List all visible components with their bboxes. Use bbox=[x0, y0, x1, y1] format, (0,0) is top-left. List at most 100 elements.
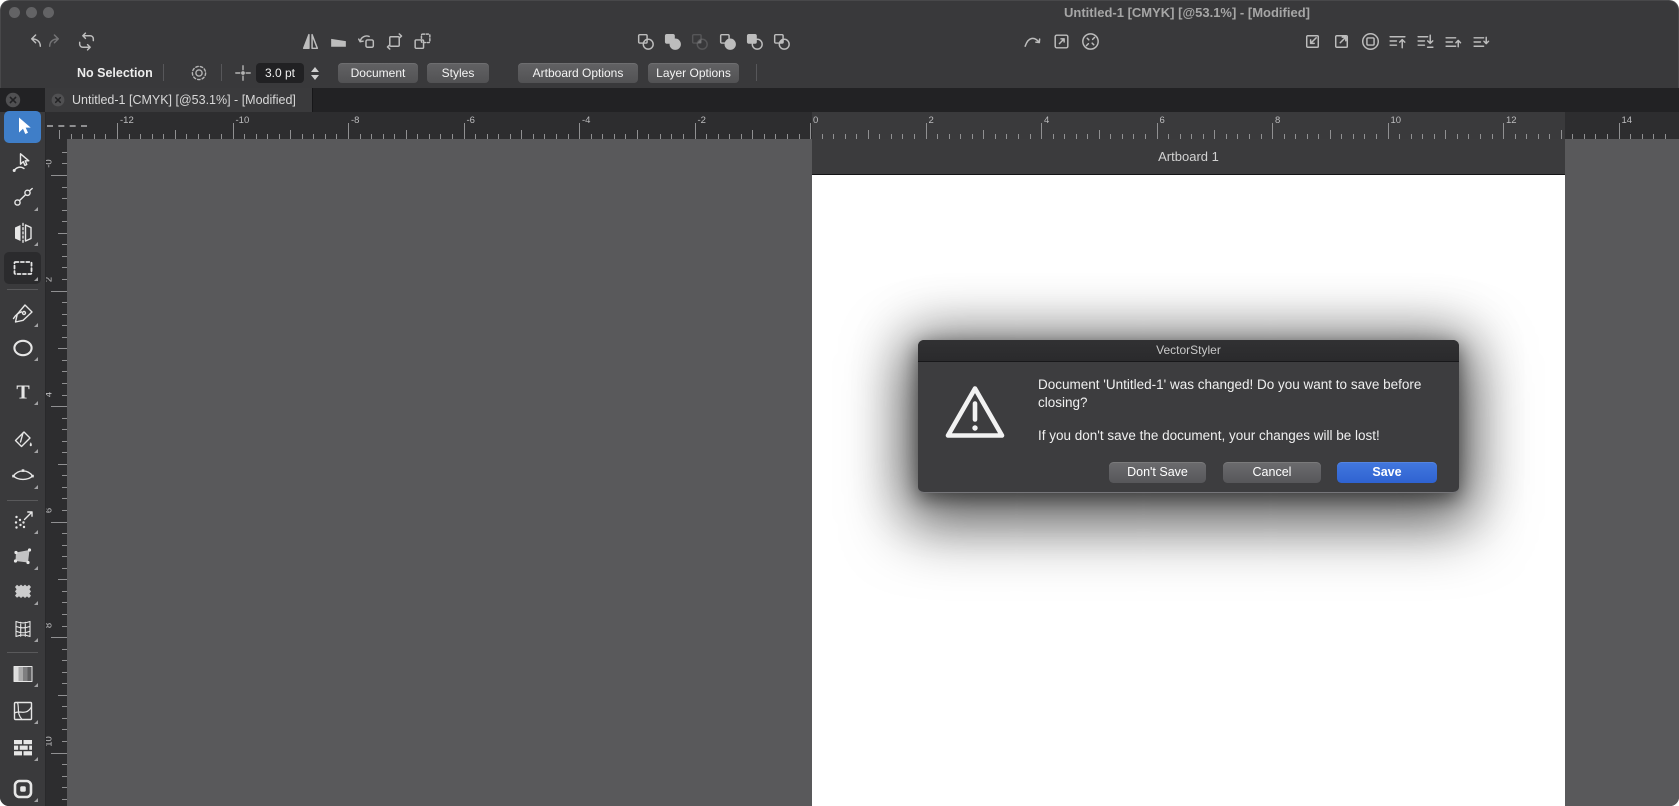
selection-status: No Selection bbox=[77, 58, 153, 88]
ruler-tick bbox=[58, 579, 67, 580]
ruler-label: 6 bbox=[1160, 115, 1165, 126]
vertical-ruler[interactable]: -0246810 bbox=[45, 139, 67, 806]
document-panel-button[interactable]: Document bbox=[338, 63, 418, 83]
stroke-target-icon[interactable] bbox=[233, 63, 253, 83]
direct-select-tool[interactable] bbox=[4, 147, 41, 179]
rotate-frame-icon[interactable] bbox=[384, 31, 405, 52]
dialog-message: Document 'Untitled-1' was changed! Do yo… bbox=[1038, 376, 1436, 411]
scatter-tool[interactable] bbox=[4, 505, 41, 537]
close-all-tabs-icon[interactable] bbox=[4, 91, 22, 109]
ruler-tick bbox=[752, 130, 753, 139]
gear-icon[interactable] bbox=[189, 63, 209, 83]
symbol-tool[interactable] bbox=[4, 773, 41, 805]
pen-tool[interactable] bbox=[4, 298, 41, 330]
ruler-label: -10 bbox=[236, 115, 250, 126]
divide-icon[interactable] bbox=[771, 31, 792, 52]
width-tool[interactable] bbox=[4, 460, 41, 492]
ellipse-tool[interactable] bbox=[4, 332, 41, 364]
layer-options-button[interactable]: Layer Options bbox=[648, 63, 739, 83]
roughen-tool[interactable] bbox=[4, 576, 41, 608]
pattern-tool[interactable] bbox=[4, 732, 41, 764]
ruler-tick bbox=[1561, 130, 1562, 139]
flip-horizontal-icon[interactable] bbox=[300, 31, 321, 52]
tool-palette: T bbox=[0, 112, 46, 806]
ruler-tick bbox=[1041, 123, 1042, 139]
simplify-curve-icon[interactable] bbox=[1022, 31, 1043, 52]
close-tab-icon[interactable] bbox=[50, 92, 66, 108]
ruler-tick bbox=[59, 130, 60, 139]
ruler-tick bbox=[521, 130, 522, 139]
mesh-tool[interactable] bbox=[4, 613, 41, 645]
tool-separator bbox=[7, 289, 38, 290]
ruler-tick bbox=[810, 123, 811, 139]
select-tool[interactable] bbox=[4, 111, 41, 143]
raise-icon[interactable] bbox=[1443, 31, 1464, 52]
horizontal-ruler[interactable]: -12-10-8-6-4-202468101214 bbox=[45, 112, 1679, 139]
ruler-label: -12 bbox=[120, 115, 134, 126]
close-window-button[interactable] bbox=[9, 7, 20, 18]
ruler-label: -0 bbox=[45, 153, 55, 175]
ruler-tick bbox=[406, 130, 407, 139]
ruler-label: 12 bbox=[1506, 115, 1517, 126]
unlink-icon[interactable] bbox=[1080, 31, 1101, 52]
warp-quad-tool[interactable] bbox=[4, 541, 41, 573]
redo-icon[interactable] bbox=[46, 31, 67, 52]
minimize-window-button[interactable] bbox=[26, 7, 37, 18]
lattice-tool[interactable] bbox=[4, 695, 41, 727]
gradient-mesh-tool[interactable] bbox=[4, 658, 41, 690]
ruler-tick bbox=[1330, 130, 1331, 139]
canvas[interactable]: Artboard 1 VectorStyler Document 'Untitl… bbox=[67, 139, 1679, 806]
shear-icon[interactable] bbox=[328, 31, 349, 52]
zoom-window-button[interactable] bbox=[43, 7, 54, 18]
ruler-label: 4 bbox=[1044, 115, 1049, 126]
step-up-icon[interactable] bbox=[311, 67, 319, 72]
union-outline-icon[interactable] bbox=[635, 31, 656, 52]
window-title: Untitled-1 [CMYK] [@53.1%] - [Modified] bbox=[1064, 0, 1310, 26]
lower-icon[interactable] bbox=[1471, 31, 1492, 52]
ruler-label: -2 bbox=[698, 115, 706, 126]
node-tool[interactable] bbox=[4, 182, 41, 214]
raise-top-icon[interactable] bbox=[1387, 31, 1408, 52]
dont-save-button[interactable]: Don't Save bbox=[1109, 462, 1206, 483]
rotate-link-icon[interactable] bbox=[356, 31, 377, 52]
place-out-icon[interactable] bbox=[1331, 31, 1352, 52]
union-icon[interactable] bbox=[662, 31, 683, 52]
exclude-icon[interactable] bbox=[744, 31, 765, 52]
styles-panel-button[interactable]: Styles bbox=[427, 63, 489, 83]
mirror-tool[interactable] bbox=[4, 217, 41, 249]
save-button[interactable]: Save bbox=[1337, 462, 1437, 483]
dialog-title: VectorStyler bbox=[918, 340, 1459, 362]
dialog-warning-text: If you don't save the document, your cha… bbox=[1038, 428, 1448, 443]
fill-tool[interactable] bbox=[4, 424, 41, 456]
ruler-tick bbox=[58, 464, 67, 465]
frame-circle-icon[interactable] bbox=[1360, 31, 1381, 52]
ruler-tick bbox=[1157, 123, 1158, 139]
stroke-width-input[interactable]: 3.0 pt bbox=[256, 63, 304, 83]
lower-bottom-icon[interactable] bbox=[1415, 31, 1436, 52]
place-in-icon[interactable] bbox=[1302, 31, 1323, 52]
step-down-icon[interactable] bbox=[311, 75, 319, 80]
stroke-width-stepper[interactable] bbox=[309, 63, 321, 83]
ruler-label: 10 bbox=[45, 730, 55, 752]
ruler-tick bbox=[1272, 123, 1273, 139]
sync-icon[interactable] bbox=[76, 31, 97, 52]
ruler-tick bbox=[1099, 130, 1100, 139]
text-tool[interactable]: T bbox=[4, 376, 41, 408]
intersect-icon[interactable] bbox=[689, 31, 710, 52]
document-tab[interactable]: Untitled-1 [CMYK] [@53.1%] - [Modified] bbox=[45, 88, 313, 112]
expand-icon[interactable] bbox=[1051, 31, 1072, 52]
ruler-corner bbox=[47, 125, 87, 127]
artboard-options-button[interactable]: Artboard Options bbox=[518, 63, 638, 83]
cancel-button[interactable]: Cancel bbox=[1223, 462, 1321, 483]
ruler-tick bbox=[117, 123, 118, 139]
subtract-icon[interactable] bbox=[717, 31, 738, 52]
ruler-tick bbox=[464, 123, 465, 139]
options-toolbar: No Selection 3.0 pt Document Styles Artb… bbox=[0, 58, 1679, 88]
artboard-title-strip[interactable]: Artboard 1 bbox=[812, 139, 1565, 174]
transform-each-icon[interactable] bbox=[412, 31, 433, 52]
marquee-tool[interactable] bbox=[4, 252, 41, 284]
undo-icon[interactable] bbox=[23, 31, 44, 52]
ruler-tick bbox=[175, 130, 176, 139]
ruler-tick bbox=[579, 123, 580, 139]
ruler-tick bbox=[51, 406, 67, 407]
